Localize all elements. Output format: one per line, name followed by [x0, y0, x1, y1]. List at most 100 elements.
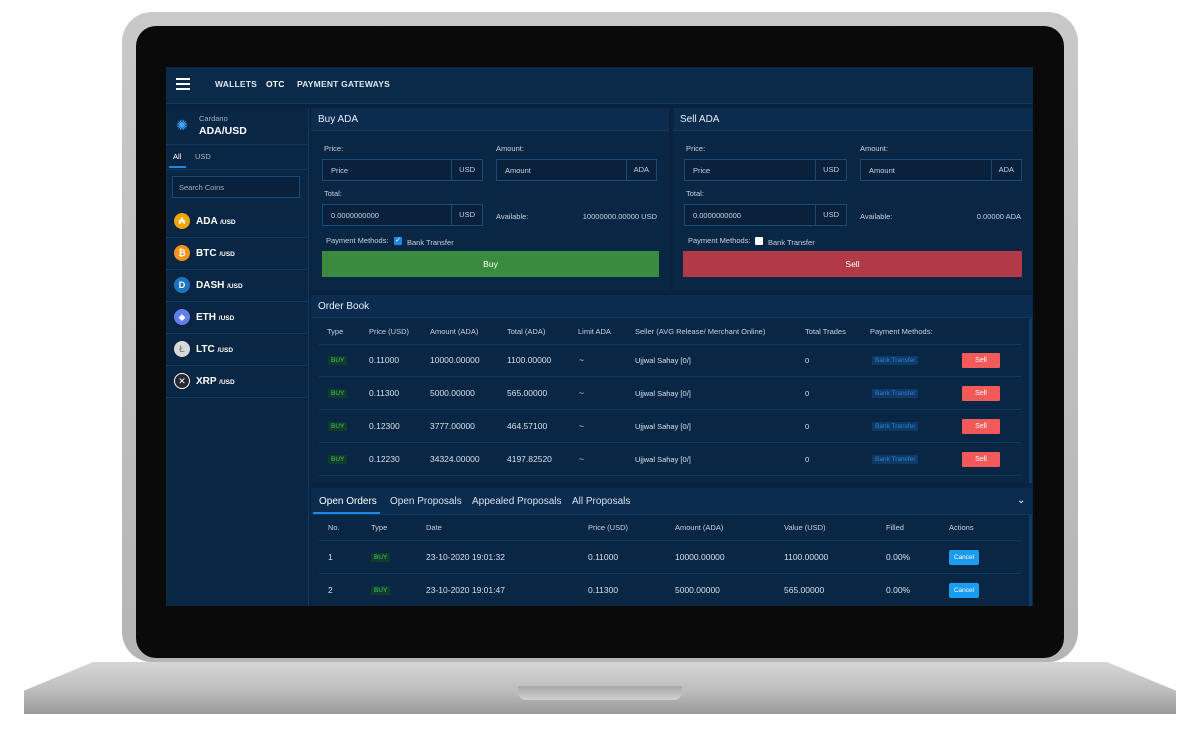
- cell-price: 0.11000: [369, 355, 400, 365]
- tab-all-proposals[interactable]: All Proposals: [572, 496, 630, 507]
- market-tabs: All USD: [166, 145, 308, 170]
- coin-item-dash[interactable]: D DASH /USD: [166, 270, 308, 302]
- ltc-icon: Ł: [174, 341, 190, 357]
- panel-title-text: Sell ADA: [680, 114, 720, 125]
- row-sell-button[interactable]: Sell: [962, 419, 1000, 434]
- col-total: Total (ADA): [507, 327, 546, 336]
- nav-wallets[interactable]: WALLETS: [215, 79, 257, 89]
- coin-name: BTC: [196, 248, 217, 259]
- bank-transfer-label: Bank Transfer: [407, 238, 454, 247]
- tab-appealed-proposals[interactable]: Appealed Proposals: [472, 496, 562, 507]
- cell-total: 4197.82520: [507, 454, 552, 464]
- search-coins-input[interactable]: Search Coins: [172, 176, 300, 198]
- amount-placeholder: Amount: [505, 166, 531, 175]
- sell-button[interactable]: Sell: [683, 251, 1022, 277]
- orders-panel: Open Orders Open Proposals Appealed Prop…: [311, 488, 1033, 606]
- sell-amount-input[interactable]: Amount ADA: [860, 159, 1022, 181]
- cell-date: 23-10-2020 19:01:32: [426, 552, 505, 562]
- active-tab-indicator: [169, 166, 186, 168]
- laptop-notch: [518, 686, 682, 700]
- cell-value: 1100.00000: [784, 552, 829, 562]
- nav-payment-gateways[interactable]: PAYMENT GATEWAYS: [297, 79, 390, 89]
- cell-amount: 5000.00000: [675, 585, 720, 595]
- order-book-panel: Order Book Type Price (USD) Amount (ADA)…: [311, 295, 1033, 483]
- sell-total-input[interactable]: 0.0000000000 USD: [684, 204, 847, 226]
- buy-price-input[interactable]: Price USD: [322, 159, 483, 181]
- col-type: Type: [371, 523, 388, 532]
- total-unit: USD: [451, 205, 482, 225]
- cancel-button[interactable]: Cancel: [949, 583, 979, 598]
- row-divider: [319, 475, 1021, 476]
- btc-icon: ₿: [174, 245, 190, 261]
- app-screen: WALLETS OTC PAYMENT GATEWAYS ✺ Cardano A…: [166, 67, 1033, 606]
- col-filled: Filled: [886, 523, 904, 532]
- coin-item-ada[interactable]: ₳ ADA /USD: [166, 206, 308, 238]
- coin-name: ADA: [196, 216, 218, 227]
- sell-price-input[interactable]: Price USD: [684, 159, 847, 181]
- coin-item-ltc[interactable]: Ł LTC /USD: [166, 334, 308, 366]
- payment-methods-label: Payment Methods:: [688, 236, 751, 245]
- coin-quote: /USD: [219, 251, 235, 258]
- row-sell-button[interactable]: Sell: [962, 452, 1000, 467]
- total-label: Total:: [324, 189, 342, 198]
- coin-quote: /USD: [217, 347, 234, 354]
- col-date: Date: [426, 523, 442, 532]
- search-placeholder: Search Coins: [179, 183, 225, 192]
- coin-name: ETH: [196, 312, 216, 323]
- ada-icon: ₳: [174, 213, 190, 229]
- coin-name: DASH: [196, 280, 225, 291]
- buy-button[interactable]: Buy: [322, 251, 659, 277]
- bank-transfer-checkbox[interactable]: ✓: [394, 237, 402, 245]
- top-nav-bar: WALLETS OTC PAYMENT GATEWAYS: [166, 67, 1033, 104]
- row-sell-button[interactable]: Sell: [962, 386, 1000, 401]
- chevron-down-icon[interactable]: ⌄: [1017, 495, 1025, 506]
- cancel-button[interactable]: Cancel: [949, 550, 979, 565]
- amount-placeholder: Amount: [869, 166, 895, 175]
- cell-no: 2: [328, 585, 333, 595]
- row-sell-button[interactable]: Sell: [962, 353, 1000, 368]
- cell-price: 0.11300: [369, 388, 400, 398]
- row-divider: [319, 573, 1021, 574]
- menu-icon[interactable]: [176, 78, 190, 90]
- coin-name: LTC: [196, 344, 215, 355]
- xrp-icon: ✕: [174, 373, 190, 389]
- tab-usd[interactable]: USD: [195, 152, 211, 161]
- amount-label: Amount:: [860, 144, 888, 153]
- available-value: 0.00000 ADA: [976, 212, 1021, 221]
- coin-item-eth[interactable]: ◆ ETH /USD: [166, 302, 308, 334]
- price-label: Price:: [324, 144, 344, 153]
- scrollbar[interactable]: [1029, 514, 1032, 606]
- cell-seller: Ujjwal Sahay [0/]: [635, 389, 691, 398]
- nav-otc[interactable]: OTC: [266, 79, 285, 89]
- bank-transfer-label: Bank Transfer: [768, 238, 815, 247]
- tab-open-orders[interactable]: Open Orders: [319, 496, 377, 507]
- active-tab-indicator: [313, 512, 380, 514]
- row-divider: [319, 442, 1021, 443]
- cell-amount: 5000.00000: [430, 388, 475, 398]
- coin-item-btc[interactable]: ₿ BTC /USD: [166, 238, 308, 270]
- scrollbar[interactable]: [1029, 317, 1032, 483]
- buy-amount-input[interactable]: Amount ADA: [496, 159, 657, 181]
- col-payment: Payment Methods:: [870, 327, 933, 336]
- col-seller: Seller (AVG Release/ Merchant Online): [635, 327, 766, 336]
- type-badge: BUY: [328, 455, 348, 464]
- cell-no: 1: [328, 552, 333, 562]
- buy-total-input[interactable]: 0.0000000000 USD: [322, 204, 483, 226]
- payment-badge: Bank Transfer: [872, 422, 919, 431]
- price-placeholder: Price: [693, 166, 711, 175]
- coin-quote: /USD: [227, 283, 243, 290]
- cell-amount: 10000.00000: [430, 355, 480, 365]
- amount-unit: ADA: [990, 160, 1021, 180]
- cell-trades: 0: [805, 356, 810, 365]
- total-unit: USD: [815, 205, 846, 225]
- coin-item-xrp[interactable]: ✕ XRP /USD: [166, 366, 308, 398]
- cell-trades: 0: [805, 389, 810, 398]
- col-trades: Total Trades: [805, 327, 846, 336]
- tab-all[interactable]: All: [173, 152, 181, 161]
- price-placeholder: Price: [331, 166, 349, 175]
- tab-open-proposals[interactable]: Open Proposals: [390, 496, 462, 507]
- col-amount: Amount (ADA): [430, 327, 479, 336]
- bank-transfer-checkbox[interactable]: [755, 237, 763, 245]
- panel-title-text: Buy ADA: [318, 114, 359, 125]
- cell-price: 0.12230: [369, 454, 400, 464]
